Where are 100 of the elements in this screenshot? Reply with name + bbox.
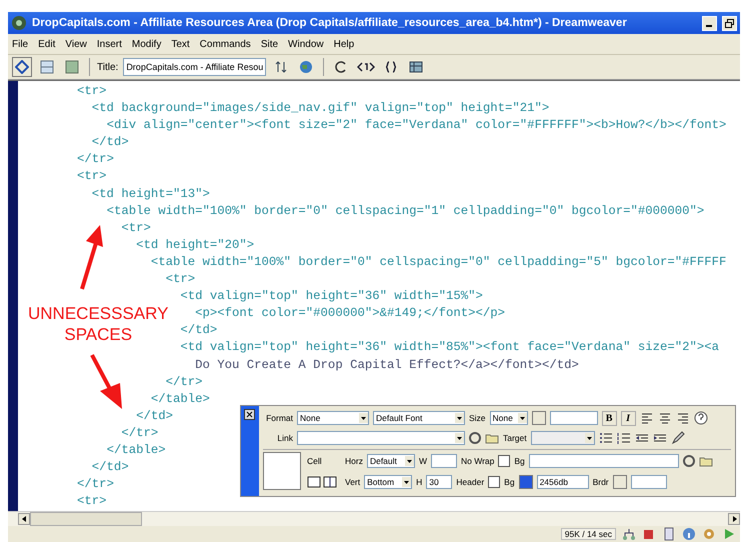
no-wrap-label: No Wrap	[460, 456, 494, 466]
no-wrap-checkbox[interactable]	[498, 455, 510, 467]
merge-cells-icon	[307, 476, 321, 488]
text-color-field[interactable]	[550, 411, 598, 425]
width-field[interactable]	[430, 454, 457, 468]
cell-label: Cell	[307, 456, 323, 466]
restore-icon	[725, 18, 734, 28]
left-arrow-icon	[22, 516, 26, 522]
cell-layout-icon	[263, 452, 301, 490]
code-line: <table width="100%" border="0" cellspacing="0" cellpadding="5" bgcolor="#FFFFF	[150, 254, 726, 269]
code-line: Do You Create A Drop Capital Effect?</a></font></td>	[195, 358, 579, 372]
bold-button[interactable]: B	[602, 410, 617, 426]
menu-item[interactable]: Modify	[132, 38, 162, 50]
format-select[interactable]: None	[297, 411, 369, 425]
bg-color-label: Bg	[504, 477, 515, 487]
code-line: </table>	[106, 442, 166, 457]
link-label: Link	[276, 433, 293, 443]
code-line: </tr>	[77, 152, 114, 166]
caret-icon	[402, 477, 412, 487]
size-select[interactable]: None	[490, 411, 528, 425]
border-color-field[interactable]	[630, 475, 667, 489]
bg-color-field[interactable]: 2456db	[536, 475, 589, 489]
link-field[interactable]	[297, 431, 465, 445]
menu-item[interactable]: Edit	[38, 38, 56, 50]
align-left-icon	[640, 411, 654, 425]
info-icon	[682, 527, 696, 541]
menu-item[interactable]: File	[12, 38, 28, 50]
menu-item[interactable]: Site	[260, 38, 278, 50]
height-field[interactable]: 30	[426, 475, 452, 489]
code-line: <table width="100%" border="0" cellspacing="1" cellpadding="0" bgcolor="#000000">	[106, 204, 704, 218]
download-size-text: 95K / 14 sec	[560, 528, 616, 540]
code-line: </table>	[150, 392, 210, 406]
w-label: W	[418, 456, 427, 466]
close-button[interactable]	[244, 409, 255, 420]
caret-icon	[584, 433, 594, 443]
menu-item[interactable]: Help	[334, 38, 354, 50]
bg-color-swatch[interactable]	[518, 475, 533, 489]
format-label: Format	[265, 413, 293, 423]
numbered-list-icon	[616, 431, 631, 445]
caret-icon	[518, 413, 527, 423]
menu-item[interactable]: Text	[171, 38, 190, 50]
code-line: <td background="images/side_nav.gif" valign="top" height="21">	[92, 101, 550, 116]
scrollbar-thumb[interactable]	[30, 512, 142, 526]
size-label: Size	[469, 413, 486, 423]
globe-icon	[299, 60, 314, 74]
vert-label: Vert	[345, 477, 360, 487]
caret-icon	[455, 433, 464, 443]
code-line: <tr>	[166, 272, 196, 286]
folder-icon	[485, 432, 499, 444]
code-line: </tr>	[121, 426, 158, 440]
code-view-button[interactable]	[12, 57, 32, 77]
menu-item[interactable]: View	[65, 38, 87, 50]
border-color-button[interactable]	[612, 475, 627, 489]
close-icon	[246, 411, 253, 418]
menu-item[interactable]: Window	[288, 38, 324, 50]
point-to-file-icon	[682, 455, 695, 467]
right-arrow-icon	[732, 516, 736, 522]
braces-icon	[384, 60, 398, 74]
page-icon	[662, 527, 676, 541]
font-select[interactable]: Default Font	[373, 411, 465, 425]
caret-icon	[455, 413, 464, 423]
code-line: </td>	[136, 408, 173, 423]
refresh-icon	[334, 60, 348, 74]
arrows-icon	[274, 60, 288, 74]
align-right-icon	[676, 411, 690, 425]
restore-button[interactable]	[722, 16, 737, 30]
code-line: <td height="13">	[92, 186, 210, 201]
code-line: <div align="center"><font size="2" face="Verdana" color="#FFFFFF"><b>How?</b></font>	[106, 118, 726, 132]
minimize-button[interactable]	[702, 16, 717, 30]
caret-icon	[359, 413, 368, 423]
target-label: Target	[503, 433, 527, 443]
edit-icon	[670, 431, 685, 445]
help-icon	[694, 411, 708, 425]
grid-icon	[409, 60, 424, 74]
code-view-icon	[15, 60, 29, 74]
annotation-arrow	[90, 353, 124, 409]
code-line: <tr>	[77, 494, 107, 508]
folder-icon	[698, 455, 713, 467]
italic-button[interactable]: I	[620, 410, 636, 426]
code-line: </td>	[92, 460, 129, 474]
horz-label: Horz	[345, 456, 363, 466]
caret-icon	[404, 456, 414, 466]
text-color-button[interactable]	[532, 411, 546, 425]
split-cell-icon	[323, 476, 337, 488]
menu-item[interactable]: Insert	[96, 38, 122, 50]
scroll-left-button[interactable]	[18, 513, 30, 525]
sitemap-icon	[622, 527, 636, 541]
vert-select[interactable]: Bottom	[364, 475, 412, 489]
header-checkbox[interactable]	[488, 476, 500, 488]
bg-label: Bg	[514, 456, 525, 466]
horz-select[interactable]: Default	[366, 454, 415, 468]
menu-item[interactable]: Commands	[200, 38, 251, 50]
code-line: <tr>	[77, 84, 107, 98]
title-field[interactable]: DropCapitals.com - Affiliate Resou	[123, 58, 266, 76]
scroll-right-button[interactable]	[728, 513, 740, 525]
code-line: </tr>	[77, 477, 114, 492]
bulleted-list-icon	[598, 431, 613, 445]
bg-image-field[interactable]	[528, 454, 679, 468]
align-center-icon	[658, 411, 672, 425]
code-line: </tr>	[166, 374, 202, 389]
